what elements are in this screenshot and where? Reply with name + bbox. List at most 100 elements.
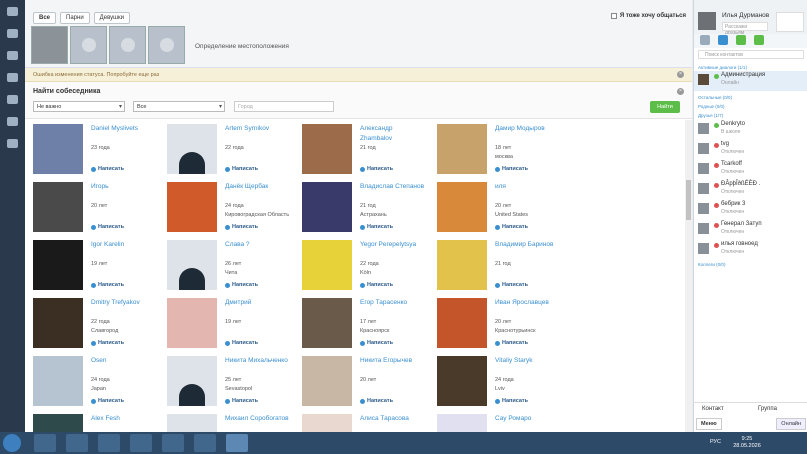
write-button[interactable]: Написать xyxy=(91,282,124,288)
avatar[interactable] xyxy=(33,414,83,432)
sync-icon[interactable] xyxy=(718,35,728,45)
person-name[interactable]: Слава ? xyxy=(225,240,291,250)
avatar[interactable] xyxy=(167,298,217,348)
location-icon[interactable] xyxy=(0,110,25,132)
write-button[interactable]: Написать xyxy=(495,340,528,346)
status-input[interactable]: Расскажи друзьям xyxy=(722,22,768,36)
person-card[interactable]: Слава ? 26 лет Чита Написать xyxy=(159,236,293,294)
person-name[interactable]: Никита Егорычев xyxy=(360,356,426,366)
write-button[interactable]: Написать xyxy=(360,166,393,172)
avatar[interactable] xyxy=(437,356,487,406)
add-contact-icon[interactable] xyxy=(736,35,746,45)
person-card[interactable]: Osen 24 года Japan Написать xyxy=(25,352,159,410)
start-button[interactable] xyxy=(3,434,21,452)
avatar[interactable] xyxy=(302,356,352,406)
mail-agent-icon[interactable] xyxy=(226,434,248,452)
clock[interactable]: 9:25 28.05.2026 xyxy=(727,436,767,450)
avatar[interactable] xyxy=(437,240,487,290)
write-button[interactable]: Написать xyxy=(495,282,528,288)
lock-icon[interactable] xyxy=(162,434,184,452)
contact-item[interactable]: ÐÂpþÎðßÉÈÐ . Отключен xyxy=(694,180,807,199)
person-card[interactable]: Данёк Щербак 24 года Кировоградская Област… xyxy=(159,178,293,236)
avatar[interactable] xyxy=(437,298,487,348)
person-card[interactable]: Владислав Степанов 21 год Астрахань Написат… xyxy=(294,178,428,236)
write-button[interactable]: Написать xyxy=(225,398,258,404)
checkbox[interactable] xyxy=(610,13,617,19)
write-button[interactable]: Написать xyxy=(360,340,393,346)
write-button[interactable]: Написать xyxy=(225,224,258,230)
telegram-icon[interactable] xyxy=(98,434,120,452)
group-active[interactable]: Активные диалоги (1/1) xyxy=(698,65,747,70)
avatar[interactable] xyxy=(437,124,487,174)
active-contact[interactable]: Администрация Онлайн xyxy=(694,71,807,91)
person-name[interactable]: Alex Fesh xyxy=(91,414,157,424)
mail-icon[interactable] xyxy=(700,35,710,45)
avatar[interactable] xyxy=(437,414,487,432)
chrome-icon[interactable] xyxy=(34,434,56,452)
person-name[interactable]: Igor Karelin xyxy=(91,240,157,250)
contact-item[interactable]: Генерал Затуп Отключен xyxy=(694,220,807,239)
group-other[interactable]: Остальные (0/0) xyxy=(698,95,732,100)
avatar[interactable] xyxy=(302,240,352,290)
write-button[interactable]: Написать xyxy=(225,166,258,172)
person-name[interactable]: Алиса Тарасова xyxy=(360,414,426,424)
add-contact-button[interactable]: Контакт xyxy=(702,406,724,412)
person-name[interactable]: Yegor Perepelytsya xyxy=(360,240,426,250)
person-card[interactable]: Yegor Perepelytsya 22 года Köln Написать xyxy=(294,236,428,294)
person-card[interactable]: Никита Егорычев 20 лет Написать xyxy=(294,352,428,410)
contact-item[interactable]: tvg Отключен xyxy=(694,140,807,159)
games-icon[interactable] xyxy=(0,88,25,110)
nearby-avatar[interactable] xyxy=(31,26,68,64)
person-name[interactable]: Dmitry Trefyakov xyxy=(91,298,157,308)
person-name[interactable]: Vitaliy Staryk xyxy=(495,356,561,366)
write-button[interactable]: Написать xyxy=(495,224,528,230)
avatar[interactable] xyxy=(33,240,83,290)
person-name[interactable]: Владислав Степанов xyxy=(360,182,426,192)
group-family[interactable]: Родные (0/0) xyxy=(698,104,725,109)
tab-girls[interactable]: Девушки xyxy=(93,12,130,24)
person-name[interactable]: Владимир Баринов xyxy=(495,240,561,250)
chat-icon[interactable] xyxy=(0,44,25,66)
avatar[interactable] xyxy=(167,124,217,174)
write-button[interactable]: Написать xyxy=(225,340,258,346)
avatar[interactable] xyxy=(437,182,487,232)
group-friends[interactable]: Друзья (1/7) xyxy=(698,113,723,118)
person-card[interactable]: Igor Karelin 19 лет Написать xyxy=(25,236,159,294)
avatar[interactable] xyxy=(302,124,352,174)
tab-all[interactable]: Все xyxy=(33,12,57,24)
age-select[interactable]: Все xyxy=(133,101,225,112)
avatar[interactable] xyxy=(167,240,217,290)
person-name[interactable]: Иван Ярославцев xyxy=(495,298,561,308)
write-button[interactable]: Написать xyxy=(495,166,528,172)
person-name[interactable]: Daniel Myslivets xyxy=(91,124,157,134)
person-name[interactable]: Михаил Соробогатов xyxy=(225,414,291,424)
person-card[interactable]: Никита Михальченко 25 лет Sevastopol Написа… xyxy=(159,352,293,410)
avatar[interactable] xyxy=(33,298,83,348)
online-status-button[interactable]: Онлайн xyxy=(776,418,806,430)
person-card[interactable]: Daniel Myslivets 23 года Написать xyxy=(25,120,159,178)
avatar[interactable] xyxy=(167,182,217,232)
write-button[interactable]: Написать xyxy=(91,166,124,172)
avatar[interactable] xyxy=(33,124,83,174)
person-name[interactable]: Егор Тарасенко xyxy=(360,298,426,308)
avatar[interactable] xyxy=(698,12,716,30)
write-button[interactable]: Написать xyxy=(360,224,393,230)
person-card[interactable]: Алиса Тарасова xyxy=(294,410,428,432)
person-card[interactable]: Игорь 20 лет Написать xyxy=(25,178,159,236)
person-card[interactable]: Михаил Соробогатов xyxy=(159,410,293,432)
write-button[interactable]: Написать xyxy=(91,398,124,404)
write-button[interactable]: Написать xyxy=(91,224,124,230)
scrollbar[interactable] xyxy=(685,120,692,432)
person-card[interactable]: Alex Fesh xyxy=(25,410,159,432)
person-name[interactable]: Александр Zhambalov xyxy=(360,124,426,144)
language-indicator[interactable]: РУС xyxy=(710,439,721,445)
avatar[interactable] xyxy=(167,414,217,432)
contact-item[interactable]: бебрик 3 Отключен xyxy=(694,200,807,219)
person-card[interactable]: Dmitry Trefyakov 22 года Славгород Написать xyxy=(25,294,159,352)
write-button[interactable]: Написать xyxy=(91,340,124,346)
avatar[interactable] xyxy=(302,182,352,232)
feed-icon[interactable] xyxy=(0,66,25,88)
person-card[interactable]: Vitaliy Staryk 24 года Lviv Написать xyxy=(429,352,563,410)
close-icon[interactable]: × xyxy=(677,71,684,78)
person-name[interactable]: Artem Syrnikov xyxy=(225,124,291,134)
